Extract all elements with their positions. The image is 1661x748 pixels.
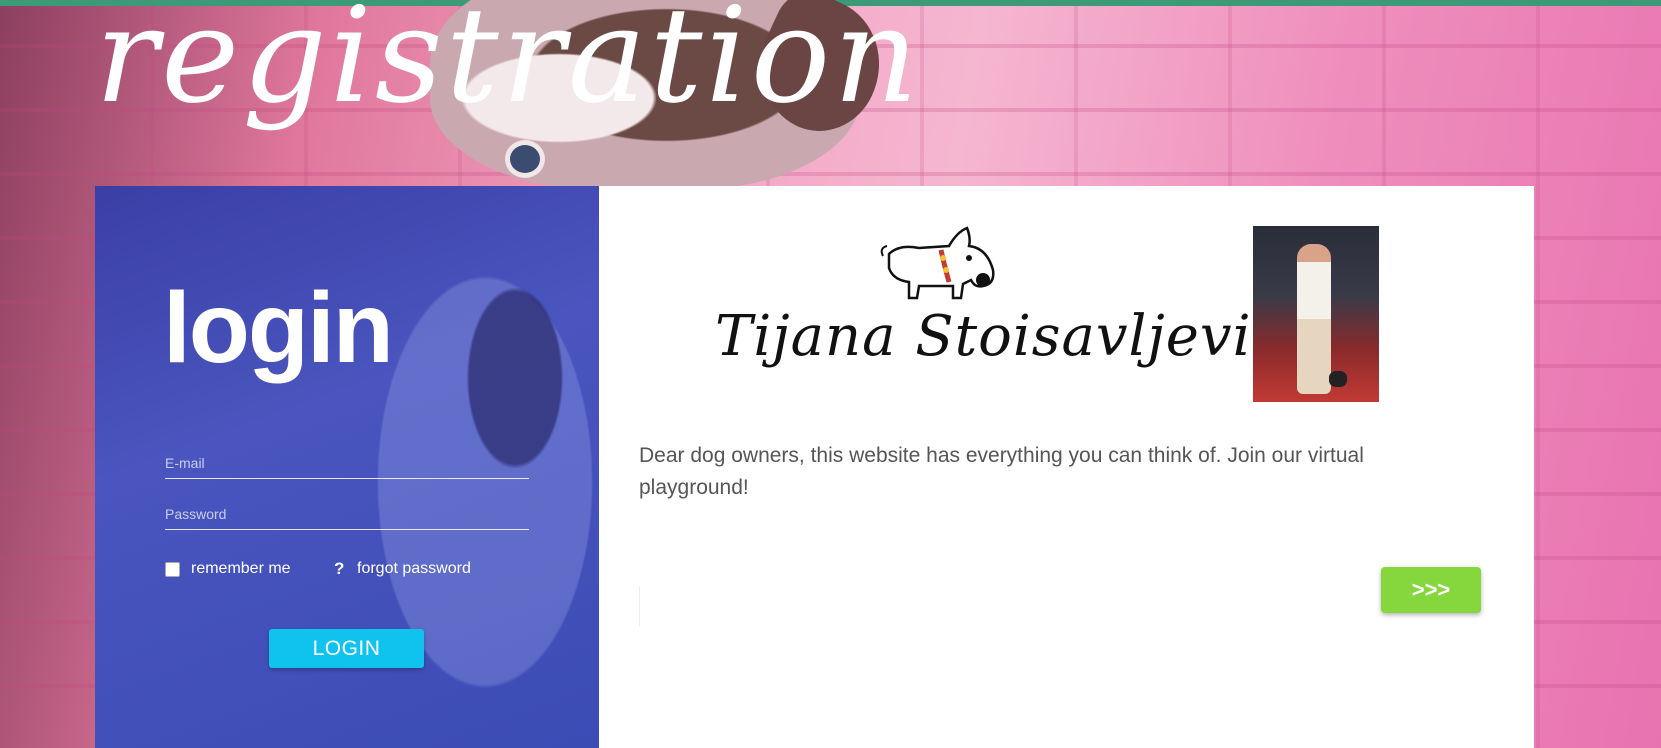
cartoon-dog-logo-icon	[880, 226, 995, 300]
content-panel: Tijana Stoisavljevic Dear dog owners, th…	[599, 186, 1534, 748]
remember-me-checkbox[interactable]	[165, 562, 180, 577]
intro-text: Dear dog owners, this website has everyt…	[639, 444, 1364, 499]
remember-me-label[interactable]: remember me	[191, 560, 291, 578]
brand-name: Tijana Stoisavljevic	[715, 304, 1284, 369]
model-with-dog-photo	[1253, 226, 1379, 402]
photo-person	[1297, 244, 1331, 394]
divider	[639, 586, 640, 626]
question-mark-icon: ?	[334, 559, 345, 578]
next-button[interactable]: >>>	[1381, 567, 1481, 613]
page-title: registration	[95, 0, 922, 133]
login-panel: login remember me ? forgot password LOGI…	[95, 186, 599, 748]
background-dog-eye	[510, 145, 540, 173]
email-input[interactable]	[165, 448, 529, 479]
password-input[interactable]	[165, 499, 529, 530]
forgot-password-link[interactable]: forgot password	[357, 560, 471, 578]
login-button[interactable]: LOGIN	[269, 629, 424, 668]
login-title: login	[163, 272, 394, 384]
photo-dog	[1329, 371, 1347, 387]
